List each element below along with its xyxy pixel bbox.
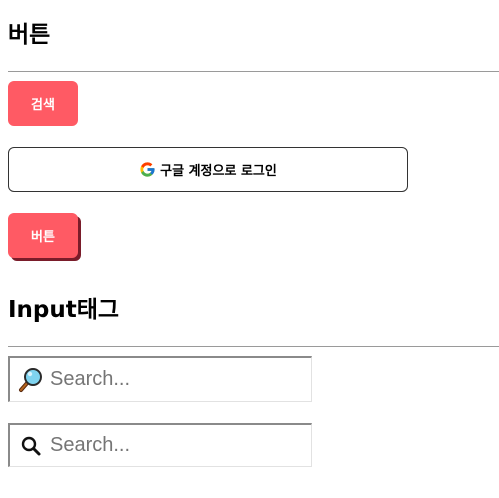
section-title-inputs: Input태그 xyxy=(8,297,120,323)
search-box-icon xyxy=(8,423,312,467)
google-login-button[interactable]: 구글 계정으로 로그인 xyxy=(8,147,408,192)
magnifying-glass-emoji-icon xyxy=(19,367,42,392)
search-button[interactable]: 검색 xyxy=(8,81,78,126)
section-title-buttons: 버튼 xyxy=(8,22,51,48)
shadow-button[interactable]: 버튼 xyxy=(8,213,78,258)
section-divider xyxy=(8,346,499,347)
search-input-icon[interactable] xyxy=(50,434,290,457)
google-login-label: 구글 계정으로 로그인 xyxy=(160,164,277,179)
section-divider xyxy=(8,71,499,72)
search-input-emoji[interactable] xyxy=(50,368,290,391)
search-box-emoji xyxy=(8,356,312,402)
page: 버튼 검색 구글 계정으로 로그인 버튼 Input태그 xyxy=(0,0,499,498)
search-icon xyxy=(21,436,41,455)
google-g-icon xyxy=(140,162,155,177)
